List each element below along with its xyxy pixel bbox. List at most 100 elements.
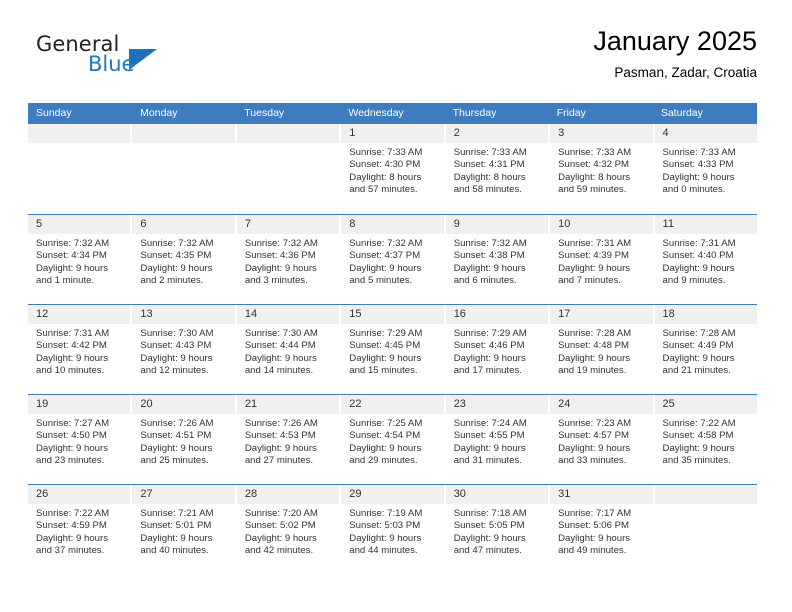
day-number: [132, 124, 235, 143]
calendar-day-cell[interactable]: 28 Sunrise: 7:20 AM Sunset: 5:02 PM Dayligh…: [236, 485, 340, 574]
day-sunset-text: Sunset: 4:45 PM: [349, 340, 421, 352]
day-daylight2-text: and 37 minutes.: [36, 544, 105, 556]
day-daylight2-text: and 57 minutes.: [349, 183, 418, 195]
weekday-header-monday: Monday: [140, 107, 178, 119]
calendar-day-cell[interactable]: 8 Sunrise: 7:32 AM Sunset: 4:37 PM Daylight…: [341, 215, 444, 304]
day-sunset-text: Sunset: 4:53 PM: [244, 430, 316, 442]
day-daylight1-text: Daylight: 9 hours: [36, 262, 108, 274]
day-sunset-text: Sunset: 4:44 PM: [244, 340, 316, 352]
day-sun-info: Sunrise: 7:32 AM Sunset: 4:34 PM Daylight:…: [28, 234, 130, 287]
calendar-day-cell[interactable]: 30 Sunrise: 7:18 AM Sunset: 5:05 PM Dayligh…: [445, 485, 549, 574]
calendar-day-cell-empty: [28, 124, 131, 214]
day-daylight2-text: and 0 minutes.: [662, 183, 726, 195]
calendar-day-cell[interactable]: 26 Sunrise: 7:22 AM Sunset: 4:59 PM Dayligh…: [28, 485, 131, 574]
calendar-week-row: 5 Sunrise: 7:32 AM Sunset: 4:34 PM Daylight…: [28, 214, 757, 304]
calendar-weeks: 1 Sunrise: 7:33 AM Sunset: 4:30 PM Daylight…: [28, 124, 757, 574]
day-sunrise-text: Sunrise: 7:32 AM: [453, 238, 527, 249]
day-sunrise-text: Sunrise: 7:24 AM: [453, 418, 527, 429]
day-sunset-text: Sunset: 4:42 PM: [36, 340, 107, 352]
day-daylight2-text: and 14 minutes.: [244, 364, 314, 376]
calendar-day-cell[interactable]: 24 Sunrise: 7:23 AM Sunset: 4:57 PM Dayligh…: [550, 395, 653, 484]
day-number: 8: [341, 215, 444, 234]
day-sunrise-text: Sunrise: 7:26 AM: [140, 418, 214, 429]
calendar-day-cell[interactable]: 31 Sunrise: 7:17 AM Sunset: 5:06 PM Dayligh…: [550, 485, 653, 574]
day-sunset-text: Sunset: 4:37 PM: [349, 250, 421, 262]
day-sunset-text: Sunset: 4:30 PM: [349, 159, 421, 171]
calendar-day-cell[interactable]: 4 Sunrise: 7:33 AM Sunset: 4:33 PM Daylight…: [654, 124, 757, 214]
day-daylight1-text: Daylight: 9 hours: [662, 262, 735, 274]
day-daylight1-text: Daylight: 9 hours: [36, 532, 108, 544]
calendar-day-cell[interactable]: 21 Sunrise: 7:26 AM Sunset: 4:53 PM Dayligh…: [236, 395, 340, 484]
day-sunset-text: Sunset: 4:55 PM: [453, 430, 525, 442]
day-sunrise-text: Sunrise: 7:30 AM: [140, 328, 214, 339]
day-sunrise-text: Sunrise: 7:33 AM: [349, 147, 423, 158]
day-sun-info: Sunrise: 7:17 AM Sunset: 5:06 PM Daylight:…: [550, 504, 652, 557]
calendar-day-cell[interactable]: 27 Sunrise: 7:21 AM Sunset: 5:01 PM Dayligh…: [132, 485, 235, 574]
day-daylight2-text: and 31 minutes.: [453, 454, 522, 466]
calendar-day-cell[interactable]: 19 Sunrise: 7:27 AM Sunset: 4:50 PM Dayligh…: [28, 395, 131, 484]
day-sunrise-text: Sunrise: 7:29 AM: [453, 328, 527, 339]
calendar-week-row: 12 Sunrise: 7:31 AM Sunset: 4:42 PM Dayligh…: [28, 304, 757, 394]
day-sun-info: Sunrise: 7:26 AM Sunset: 4:53 PM Daylight:…: [237, 414, 339, 467]
calendar-day-cell[interactable]: 25 Sunrise: 7:22 AM Sunset: 4:58 PM Dayligh…: [654, 395, 757, 484]
calendar-day-cell[interactable]: 7 Sunrise: 7:32 AM Sunset: 4:36 PM Daylight…: [236, 215, 340, 304]
day-daylight1-text: Daylight: 9 hours: [140, 442, 213, 454]
day-sun-info: Sunrise: 7:22 AM Sunset: 4:58 PM Daylight:…: [655, 414, 757, 467]
day-number: 15: [341, 305, 444, 324]
logo-text-blue: Blue: [88, 52, 135, 76]
weekday-header-sunday: Sunday: [36, 107, 72, 119]
weekday-header-thursday: Thursday: [452, 107, 497, 119]
day-daylight1-text: Daylight: 9 hours: [244, 532, 317, 544]
day-sun-info: Sunrise: 7:33 AM Sunset: 4:30 PM Daylight:…: [341, 143, 443, 196]
day-sun-info: Sunrise: 7:31 AM Sunset: 4:42 PM Daylight:…: [28, 324, 130, 377]
general-blue-logo[interactable]: General Blue: [28, 32, 208, 88]
day-number: 11: [654, 215, 757, 234]
calendar-day-cell[interactable]: 16 Sunrise: 7:29 AM Sunset: 4:46 PM Dayligh…: [445, 305, 549, 394]
calendar-day-cell[interactable]: 6 Sunrise: 7:32 AM Sunset: 4:35 PM Daylight…: [132, 215, 235, 304]
page-subtitle: Pasman, Zadar, Croatia: [614, 65, 757, 80]
title-block: January 2025 Pasman, Zadar, Croatia: [593, 24, 757, 83]
day-daylight1-text: Daylight: 9 hours: [558, 532, 631, 544]
calendar-day-cell[interactable]: 10 Sunrise: 7:31 AM Sunset: 4:39 PM Dayligh…: [550, 215, 653, 304]
day-sunrise-text: Sunrise: 7:30 AM: [244, 328, 318, 339]
day-daylight1-text: Daylight: 9 hours: [662, 352, 735, 364]
day-sun-info: Sunrise: 7:29 AM Sunset: 4:45 PM Daylight:…: [341, 324, 443, 377]
calendar-day-cell[interactable]: 9 Sunrise: 7:32 AM Sunset: 4:38 PM Daylight…: [445, 215, 549, 304]
calendar-day-cell[interactable]: 17 Sunrise: 7:28 AM Sunset: 4:48 PM Dayligh…: [550, 305, 653, 394]
calendar-day-cell[interactable]: 12 Sunrise: 7:31 AM Sunset: 4:42 PM Dayligh…: [28, 305, 131, 394]
day-number: 2: [445, 124, 549, 143]
day-sun-info: Sunrise: 7:32 AM Sunset: 4:36 PM Daylight:…: [237, 234, 339, 287]
calendar-day-cell[interactable]: 3 Sunrise: 7:33 AM Sunset: 4:32 PM Daylight…: [550, 124, 653, 214]
day-sun-info: Sunrise: 7:30 AM Sunset: 4:43 PM Daylight:…: [132, 324, 234, 377]
calendar-day-cell[interactable]: 18 Sunrise: 7:28 AM Sunset: 4:49 PM Dayligh…: [654, 305, 757, 394]
calendar-day-cell[interactable]: 5 Sunrise: 7:32 AM Sunset: 4:34 PM Daylight…: [28, 215, 131, 304]
day-sunrise-text: Sunrise: 7:23 AM: [558, 418, 632, 429]
calendar-day-cell[interactable]: 15 Sunrise: 7:29 AM Sunset: 4:45 PM Dayligh…: [341, 305, 444, 394]
calendar-day-cell-empty: [132, 124, 235, 214]
calendar-week-row: 1 Sunrise: 7:33 AM Sunset: 4:30 PM Daylight…: [28, 124, 757, 214]
calendar-day-cell[interactable]: 1 Sunrise: 7:33 AM Sunset: 4:30 PM Daylight…: [341, 124, 444, 214]
calendar-day-cell[interactable]: 22 Sunrise: 7:25 AM Sunset: 4:54 PM Dayligh…: [341, 395, 444, 484]
day-daylight2-text: and 1 minute.: [36, 274, 95, 286]
calendar-day-cell[interactable]: 23 Sunrise: 7:24 AM Sunset: 4:55 PM Dayligh…: [445, 395, 549, 484]
calendar-day-cell[interactable]: 2 Sunrise: 7:33 AM Sunset: 4:31 PM Daylight…: [445, 124, 549, 214]
day-sun-info: Sunrise: 7:32 AM Sunset: 4:37 PM Daylight:…: [341, 234, 443, 287]
day-sunset-text: Sunset: 4:33 PM: [662, 159, 734, 171]
day-sunrise-text: Sunrise: 7:32 AM: [349, 238, 423, 249]
calendar-day-cell[interactable]: 29 Sunrise: 7:19 AM Sunset: 5:03 PM Dayligh…: [341, 485, 444, 574]
calendar-day-cell[interactable]: 11 Sunrise: 7:31 AM Sunset: 4:40 PM Dayligh…: [654, 215, 757, 304]
day-daylight1-text: Daylight: 9 hours: [244, 352, 317, 364]
calendar-day-cell[interactable]: 20 Sunrise: 7:26 AM Sunset: 4:51 PM Dayligh…: [132, 395, 235, 484]
day-number: 24: [550, 395, 653, 414]
day-number: 25: [654, 395, 757, 414]
day-sun-info: Sunrise: 7:33 AM Sunset: 4:32 PM Daylight:…: [550, 143, 652, 196]
day-daylight1-text: Daylight: 9 hours: [453, 352, 526, 364]
calendar-day-cell[interactable]: 14 Sunrise: 7:30 AM Sunset: 4:44 PM Dayligh…: [236, 305, 340, 394]
day-sunset-text: Sunset: 4:32 PM: [558, 159, 630, 171]
calendar-week-row: 19 Sunrise: 7:27 AM Sunset: 4:50 PM Dayligh…: [28, 394, 757, 484]
day-daylight2-text: and 44 minutes.: [349, 544, 418, 556]
day-number: 1: [341, 124, 444, 143]
day-sunrise-text: Sunrise: 7:29 AM: [349, 328, 423, 339]
day-sunset-text: Sunset: 4:43 PM: [140, 340, 212, 352]
calendar-day-cell[interactable]: 13 Sunrise: 7:30 AM Sunset: 4:43 PM Dayligh…: [132, 305, 235, 394]
